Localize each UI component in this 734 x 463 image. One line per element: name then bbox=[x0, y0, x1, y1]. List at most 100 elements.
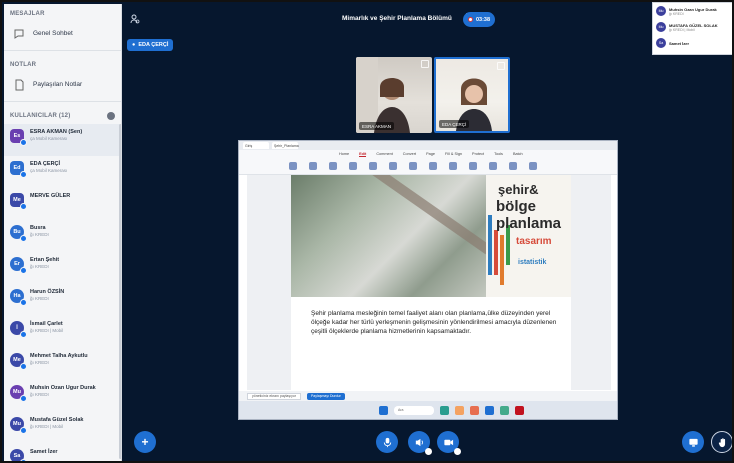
browser-tabs: Giriş Şehir_Planlama bbox=[239, 141, 617, 150]
mic-status-icon bbox=[20, 395, 27, 402]
webcam-tile[interactable]: EDA ÇERÇİ bbox=[434, 57, 510, 133]
app-icon[interactable] bbox=[470, 405, 479, 415]
menu-item[interactable]: Page bbox=[426, 152, 435, 156]
tool-icon[interactable] bbox=[529, 162, 537, 170]
actions-button[interactable]: + bbox=[134, 431, 156, 453]
user-list-item[interactable]: Me Mehmet Talha Aykutlu ğı KREDI bbox=[4, 348, 121, 380]
audio-button[interactable] bbox=[408, 431, 432, 455]
user-status: ğı KREDI bbox=[30, 232, 49, 237]
notification-item: Mu MUSTAFA GÜZEL SOLAK ğı KREDI | Mobil bbox=[653, 19, 732, 35]
app-icon[interactable] bbox=[515, 405, 524, 415]
app-icon[interactable] bbox=[500, 405, 509, 415]
app-icon[interactable] bbox=[455, 405, 464, 415]
user-name: Samet İzer bbox=[30, 449, 58, 455]
avatar: İ bbox=[10, 321, 27, 338]
document-area: şehir& bölge planlama tasarım istatistik… bbox=[247, 175, 611, 390]
document-paragraph: Şehir planlama mesleğinin temel faaliyet… bbox=[311, 310, 557, 335]
tool-icon[interactable] bbox=[349, 162, 357, 170]
tool-icon[interactable] bbox=[329, 162, 337, 170]
public-chat-link[interactable]: Genel Sohbet bbox=[4, 21, 121, 46]
presenter-name: EDA ÇERÇİ bbox=[138, 42, 169, 48]
user-list-item[interactable]: Mu Muhsin Ozan Ugur Durak ğı KREDI bbox=[4, 380, 121, 412]
avatar: Mu bbox=[10, 417, 27, 434]
menu-item[interactable]: Batch bbox=[513, 152, 523, 156]
user-name: Mustafa Güzel Solak bbox=[30, 417, 84, 423]
user-name: Harun ÖZSİN bbox=[30, 289, 65, 295]
mic-status-icon bbox=[20, 235, 27, 242]
app-icon[interactable] bbox=[485, 405, 494, 415]
menu-item[interactable]: Protect bbox=[472, 152, 484, 156]
stop-share-button[interactable]: Paylaşmayı Durdur bbox=[306, 392, 345, 400]
raise-hand-button[interactable] bbox=[711, 431, 732, 453]
user-list-item[interactable]: İ İsmail Çarlet ğı KREDI | Mobil bbox=[4, 316, 121, 348]
tab-document[interactable]: Şehir_Planlama bbox=[272, 142, 299, 149]
user-status: ğı KREDI | Mobil bbox=[30, 424, 64, 429]
tool-icon[interactable] bbox=[409, 162, 417, 170]
menu-item[interactable]: Tools bbox=[494, 152, 503, 156]
tool-icon[interactable] bbox=[309, 162, 317, 170]
user-list-item[interactable]: Es ESRA AKMAN (Sen) ça Mobil Kamerası bbox=[4, 124, 121, 156]
tool-icon[interactable] bbox=[289, 162, 297, 170]
mic-status-icon bbox=[20, 331, 27, 338]
gear-icon[interactable] bbox=[107, 112, 115, 120]
menu-item[interactable]: Fill & Sign bbox=[445, 152, 462, 156]
railway-tracks bbox=[370, 175, 492, 255]
document-page: şehir& bölge planlama tasarım istatistik… bbox=[291, 175, 571, 390]
mic-status-icon bbox=[20, 267, 27, 274]
user-list-item[interactable]: Me MERVE GÜLER bbox=[4, 188, 121, 220]
tool-icon[interactable] bbox=[369, 162, 377, 170]
record-button[interactable]: 03:38 bbox=[463, 12, 495, 27]
control-bar: + bbox=[122, 422, 732, 461]
windows-icon[interactable] bbox=[379, 405, 388, 415]
user-list-item[interactable]: Ha Harun ÖZSİN ğı KREDI bbox=[4, 284, 121, 316]
menu-item[interactable]: Convert bbox=[403, 152, 416, 156]
scrollbar[interactable] bbox=[119, 124, 121, 459]
user-status: ğı KREDI bbox=[30, 392, 49, 397]
avatar: Me bbox=[10, 353, 27, 370]
pdf-menu: Home Edit Comment Convert Page Fill & Sign Pro… bbox=[239, 150, 617, 158]
word-cloud-bar bbox=[500, 235, 504, 285]
user-list-item[interactable]: Bu Busra ğı KREDI bbox=[4, 220, 121, 252]
menu-item[interactable]: Home bbox=[339, 152, 349, 156]
tab-home[interactable]: Giriş bbox=[243, 142, 269, 149]
tool-icon[interactable] bbox=[509, 162, 517, 170]
user-list-item[interactable]: Er Ertan Şehit ğı KREDI bbox=[4, 252, 121, 284]
notes-title: NOTLAR bbox=[10, 62, 37, 68]
word-cloud-word: planlama bbox=[496, 215, 562, 232]
city-aerial-image: şehir& bölge planlama tasarım istatistik bbox=[291, 175, 571, 297]
mute-button[interactable] bbox=[376, 431, 398, 453]
user-list-item[interactable]: Sa Samet İzer bbox=[4, 444, 121, 461]
expand-icon[interactable] bbox=[421, 60, 429, 68]
shared-notes-link[interactable]: Paylaşılan Notlar bbox=[4, 72, 121, 97]
user-name: Muhsin Ozan Ugur Durak bbox=[30, 385, 96, 391]
tool-icon[interactable] bbox=[489, 162, 497, 170]
tool-icon[interactable] bbox=[449, 162, 457, 170]
taskbar-search[interactable]: Ara bbox=[394, 405, 434, 415]
tool-icon[interactable] bbox=[389, 162, 397, 170]
app-icon[interactable] bbox=[440, 405, 449, 415]
menu-item[interactable]: Comment bbox=[376, 152, 392, 156]
notification-sub: ğı KREDI bbox=[669, 11, 684, 16]
user-name: EDA ÇERÇİ bbox=[30, 161, 61, 167]
pdf-toolbar bbox=[239, 158, 617, 175]
mic-status-icon bbox=[20, 139, 27, 146]
notification-name: Muhsin Ozan Ugur Durak bbox=[669, 6, 717, 12]
user-list-item[interactable]: Ed EDA ÇERÇİ ça Mobil Kamerası bbox=[4, 156, 121, 188]
tool-icon[interactable] bbox=[429, 162, 437, 170]
camera-button[interactable] bbox=[437, 431, 461, 455]
word-cloud-word: istatistik bbox=[518, 259, 547, 266]
tool-icon[interactable] bbox=[469, 162, 477, 170]
top-bar: Mimarlık ve Şehir Planlama Bölümü 03:38 … bbox=[122, 4, 732, 51]
screen-share[interactable]: Giriş Şehir_Planlama Home Edit Comment Conv… bbox=[238, 140, 618, 420]
plus-icon: + bbox=[141, 435, 149, 449]
sidebar: MESAJLAR Genel Sohbet NOTLAR Paylaşılan … bbox=[4, 4, 122, 461]
word-cloud-bar bbox=[494, 230, 498, 275]
expand-icon[interactable] bbox=[497, 62, 505, 70]
word-cloud-word: şehir& bbox=[498, 182, 539, 197]
notification-sub: ğı KREDI | Mobil bbox=[669, 27, 695, 32]
screen-share-button[interactable] bbox=[682, 431, 704, 453]
menu-item[interactable]: Edit bbox=[359, 152, 367, 157]
users-toggle-icon[interactable] bbox=[130, 14, 140, 26]
user-list-item[interactable]: Mu Mustafa Güzel Solak ğı KREDI | Mobil bbox=[4, 412, 121, 444]
webcam-tile[interactable]: ESRA AKMAN bbox=[356, 57, 432, 133]
